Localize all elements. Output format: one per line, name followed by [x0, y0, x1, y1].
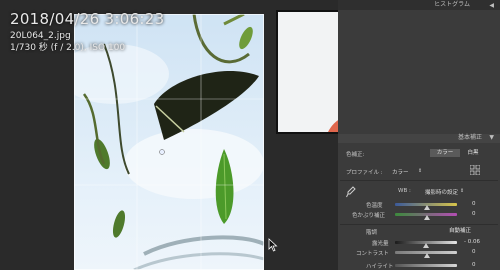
mouse-pointer-icon — [268, 238, 278, 252]
expand-triangle-icon[interactable]: ▼ — [489, 134, 494, 141]
tint-label: 色かぶり補正 — [352, 213, 386, 219]
eyedropper-icon[interactable] — [346, 186, 356, 198]
dropdown-arrow-icon[interactable]: ⇕ — [418, 168, 422, 174]
temp-label: 色温度 — [366, 203, 383, 209]
section-divider — [340, 180, 498, 181]
histogram-panel-header[interactable]: ヒストグラム ◀ — [338, 0, 500, 10]
wb-dropdown-arrow-icon[interactable]: ⇕ — [460, 188, 464, 194]
basic-panel-header[interactable]: 基本補正 ▼ — [338, 134, 500, 143]
collapse-triangle-icon[interactable]: ◀ — [489, 2, 494, 9]
capture-time: 2018/04/26 3:06:23 — [10, 10, 165, 28]
highlights-label: ハイライト — [366, 264, 394, 270]
temp-value[interactable]: 0 — [472, 201, 476, 207]
exposure-value[interactable]: - 0.06 — [464, 239, 480, 245]
bw-treatment-button[interactable]: 白黒 — [462, 149, 484, 157]
profile-dropdown[interactable]: カラー — [392, 168, 409, 176]
tone-label: 階調 — [366, 230, 378, 236]
wb-label: WB : — [398, 188, 411, 194]
profile-label: プロファイル : — [346, 170, 383, 176]
highlights-value[interactable]: 0 — [472, 262, 476, 268]
highlights-slider[interactable] — [395, 264, 457, 267]
temp-slider-thumb[interactable] — [424, 205, 430, 210]
photo-info-overlay: 2018/04/26 3:06:23 20L064_2.jpg 1/730 秒 … — [10, 10, 164, 54]
auto-tone-button[interactable]: 自動補正 — [444, 227, 476, 235]
tint-value[interactable]: 0 — [472, 211, 476, 217]
exposure-slider-thumb[interactable] — [423, 243, 429, 248]
file-name: 20L064_2.jpg — [10, 31, 71, 41]
tint-slider-thumb[interactable] — [424, 215, 430, 220]
exposure-label: 露光量 — [372, 241, 389, 247]
wb-dropdown[interactable]: 撮影時の設定 — [425, 188, 458, 196]
color-treatment-button[interactable]: カラー — [430, 149, 460, 157]
exposure-info: 1/730 秒 (f / 2.0), ISO 100 — [10, 43, 126, 53]
contrast-label: コントラスト — [356, 251, 389, 257]
treatment-label: 色補正: — [346, 152, 365, 158]
histogram-label: ヒストグラム — [434, 1, 470, 8]
basic-label: 基本補正 — [457, 134, 482, 141]
contrast-value[interactable]: 0 — [472, 249, 476, 255]
profile-browser-grid-icon[interactable] — [470, 165, 480, 175]
section-divider — [340, 224, 498, 225]
contrast-slider-thumb[interactable] — [424, 253, 430, 258]
